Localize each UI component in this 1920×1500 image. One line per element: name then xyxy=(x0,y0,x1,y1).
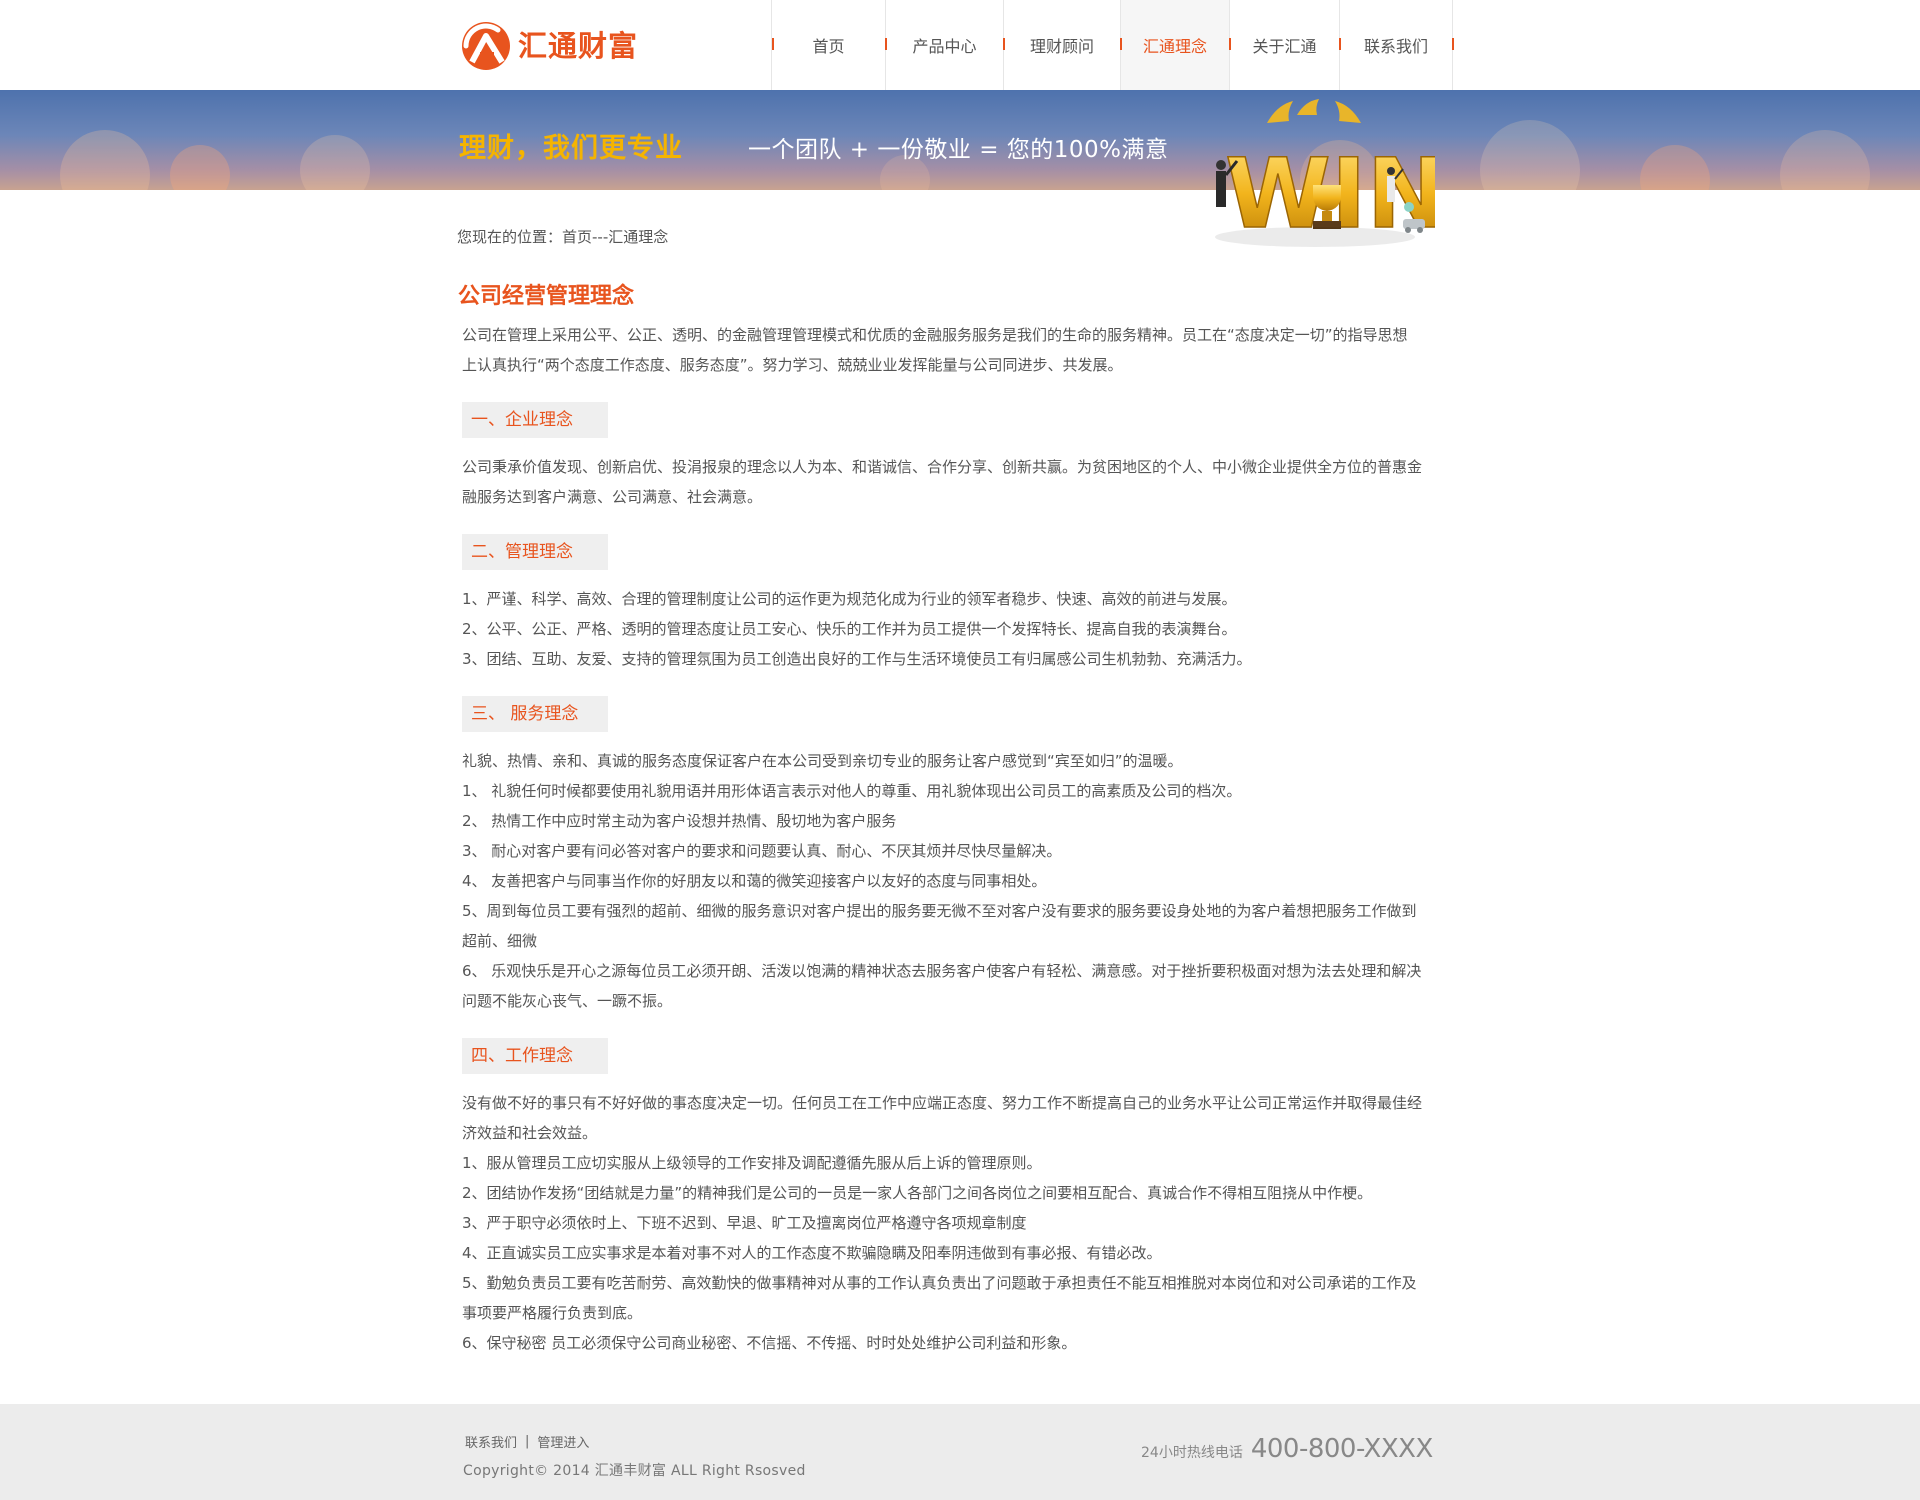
intro-paragraph: 公司在管理上采用公平、公正、透明、的金融管理管理模式和优质的金融服务服务是我们的… xyxy=(462,326,1408,374)
page-title: 公司经营管理理念 xyxy=(458,284,635,309)
section-paragraph: 3、严于职守必须依时上、下班不迟到、早退、旷工及擅离岗位严格遵守各项规章制度 xyxy=(462,1214,1027,1232)
nav-item-label: 关于汇通 xyxy=(1252,37,1317,56)
section-paragraph: 3、 耐心对客户要有问必答对客户的要求和问题要认真、耐心、不厌其烦并尽快尽量解决… xyxy=(462,842,1062,860)
section-paragraph: 4、 友善把客户与同事当作你的好朋友以和蔼的微笑迎接客户以友好的态度与同事相处。 xyxy=(462,872,1047,890)
section-paragraph: 2、团结协作发扬“团结就是力量”的精神我们是公司的一员是一家人各部门之间各岗位之… xyxy=(462,1184,1373,1202)
section-heading-management: 二、管理理念 xyxy=(462,534,608,570)
hotline-number: 400-800-XXXX xyxy=(1250,1434,1433,1464)
section-heading-enterprise: 一、企业理念 xyxy=(462,402,608,438)
breadcrumb: 您现在的位置：首页---汇通理念 xyxy=(457,228,669,246)
section-paragraph: 6、保守秘密 员工必须保守公司商业秘密、不信摇、不传摇、时时处处维护公司利益和形… xyxy=(462,1334,1077,1352)
section-heading-service: 三、 服务理念 xyxy=(462,696,608,732)
bokeh-light xyxy=(1640,145,1710,190)
nav-item-products[interactable]: 产品中心 xyxy=(885,0,1003,90)
bokeh-light xyxy=(170,145,230,190)
site-footer: 联系我们 | 管理进入 Copyright© 2014 汇通丰财富 ALL Ri… xyxy=(0,1404,1920,1500)
nav-item-advisors[interactable]: 理财顾问 xyxy=(1003,0,1120,90)
nav-item-label: 理财顾问 xyxy=(1029,37,1094,56)
nav-item-home[interactable]: 首页 xyxy=(771,0,885,90)
section-paragraph: 4、正直诚实员工应实事求是本着对事不对人的工作态度不欺骗隐瞒及阳奉阴违做到有事必… xyxy=(462,1244,1162,1262)
logo-mark-icon xyxy=(462,22,510,70)
bokeh-light xyxy=(1780,130,1870,190)
nav-item-label: 汇通理念 xyxy=(1142,37,1207,56)
hotline-label: 24小时热线电话 xyxy=(1141,1445,1243,1461)
nav-item-about[interactable]: 关于汇通 xyxy=(1229,0,1339,90)
nav-divider-tick xyxy=(1120,38,1122,50)
section-paragraph: 没有做不好的事只有不好好做的事态度决定一切。任何员工在工作中应端正态度、努力工作… xyxy=(462,1094,1423,1142)
site-header: 汇通财富 首页 产品中心 理财顾问 汇通理念 关于汇通 联系我们 xyxy=(0,0,1920,90)
section-paragraph: 2、公平、公正、严格、透明的管理态度让员工安心、快乐的工作并为员工提供一个发挥特… xyxy=(462,620,1237,638)
footer-link-contact[interactable]: 联系我们 xyxy=(465,1432,517,1451)
section-paragraph: 1、 礼貌任何时候都要使用礼貌用语并用形体语言表示对他人的尊重、用礼貌体现出公司… xyxy=(462,782,1242,800)
section-paragraph: 5、周到每位员工要有强烈的超前、细微的服务意识对客户提出的服务要无微不至对客户没… xyxy=(462,902,1417,950)
nav-item-contact[interactable]: 联系我们 xyxy=(1339,0,1454,90)
nav-item-philosophy[interactable]: 汇通理念 xyxy=(1120,0,1229,90)
site-logo[interactable]: 汇通财富 xyxy=(458,14,638,74)
section-paragraph: 6、 乐观快乐是开心之源每位员工必须开朗、活泼以饱满的精神状态去服务客户使客户有… xyxy=(462,962,1422,1010)
footer-link-admin[interactable]: 管理进入 xyxy=(537,1432,589,1451)
nav-divider-tick xyxy=(1229,38,1231,50)
nav-divider-tick xyxy=(1452,38,1454,50)
win-trophy-illustration: WIN xyxy=(1215,99,1435,251)
copyright-text: Copyright© 2014 汇通丰财富 ALL Right Rsosved xyxy=(463,1463,806,1479)
section-paragraph: 5、勤勉负责员工要有吃苦耐劳、高效勤快的做事精神对从事的工作认真负责出了问题敢于… xyxy=(462,1274,1417,1322)
logo-text: 汇通财富 xyxy=(518,29,639,63)
section-paragraph: 3、团结、互助、友爱、支持的管理氛围为员工创造出良好的工作与生活环境使员工有归属… xyxy=(462,650,1252,668)
nav-divider-tick xyxy=(1003,38,1005,50)
bokeh-light xyxy=(1480,120,1580,190)
main-nav: 首页 产品中心 理财顾问 汇通理念 关于汇通 联系我们 xyxy=(771,0,1454,90)
bokeh-light xyxy=(300,135,370,190)
nav-divider-tick xyxy=(772,38,774,50)
nav-item-label: 联系我们 xyxy=(1363,37,1428,56)
nav-item-label: 首页 xyxy=(812,37,845,56)
section-heading-work: 四、工作理念 xyxy=(462,1038,608,1074)
section-paragraph: 1、服从管理员工应切实服从上级领导的工作安排及调配遵循先服从后上诉的管理原则。 xyxy=(462,1154,1042,1172)
footer-links: 联系我们 | 管理进入 xyxy=(465,1432,589,1451)
nav-item-label: 产品中心 xyxy=(912,37,977,56)
hero-banner: 理财，我们更专业 一个团队 + 一份敬业 = 您的100%满意 xyxy=(0,90,1920,190)
banner-slogan: 理财，我们更专业 xyxy=(459,133,683,164)
section-paragraph: 公司秉承价值发现、创新启优、投涓报泉的理念以人为本、和谐诚信、合作分享、创新共赢… xyxy=(462,458,1423,506)
bokeh-light xyxy=(60,130,150,190)
nav-divider-tick xyxy=(1339,38,1341,50)
article-content: 公司在管理上采用公平、公正、透明、的金融管理管理模式和优质的金融服务服务是我们的… xyxy=(462,320,1422,1358)
footer-separator: | xyxy=(525,1434,530,1449)
section-paragraph: 1、严谨、科学、高效、合理的管理制度让公司的运作更为规范化成为行业的领军者稳步、… xyxy=(462,590,1237,608)
section-paragraph: 礼貌、热情、亲和、真诚的服务态度保证客户在本公司受到亲切专业的服务让客户感觉到“… xyxy=(462,752,1183,770)
banner-formula: 一个团队 + 一份敬业 = 您的100%满意 xyxy=(748,137,1169,163)
section-paragraph: 2、 热情工作中应时常主动为客户设想并热情、殷切地为客户服务 xyxy=(462,812,897,830)
hotline: 24小时热线电话 400-800-XXXX xyxy=(1141,1434,1433,1464)
nav-divider-tick xyxy=(885,38,887,50)
